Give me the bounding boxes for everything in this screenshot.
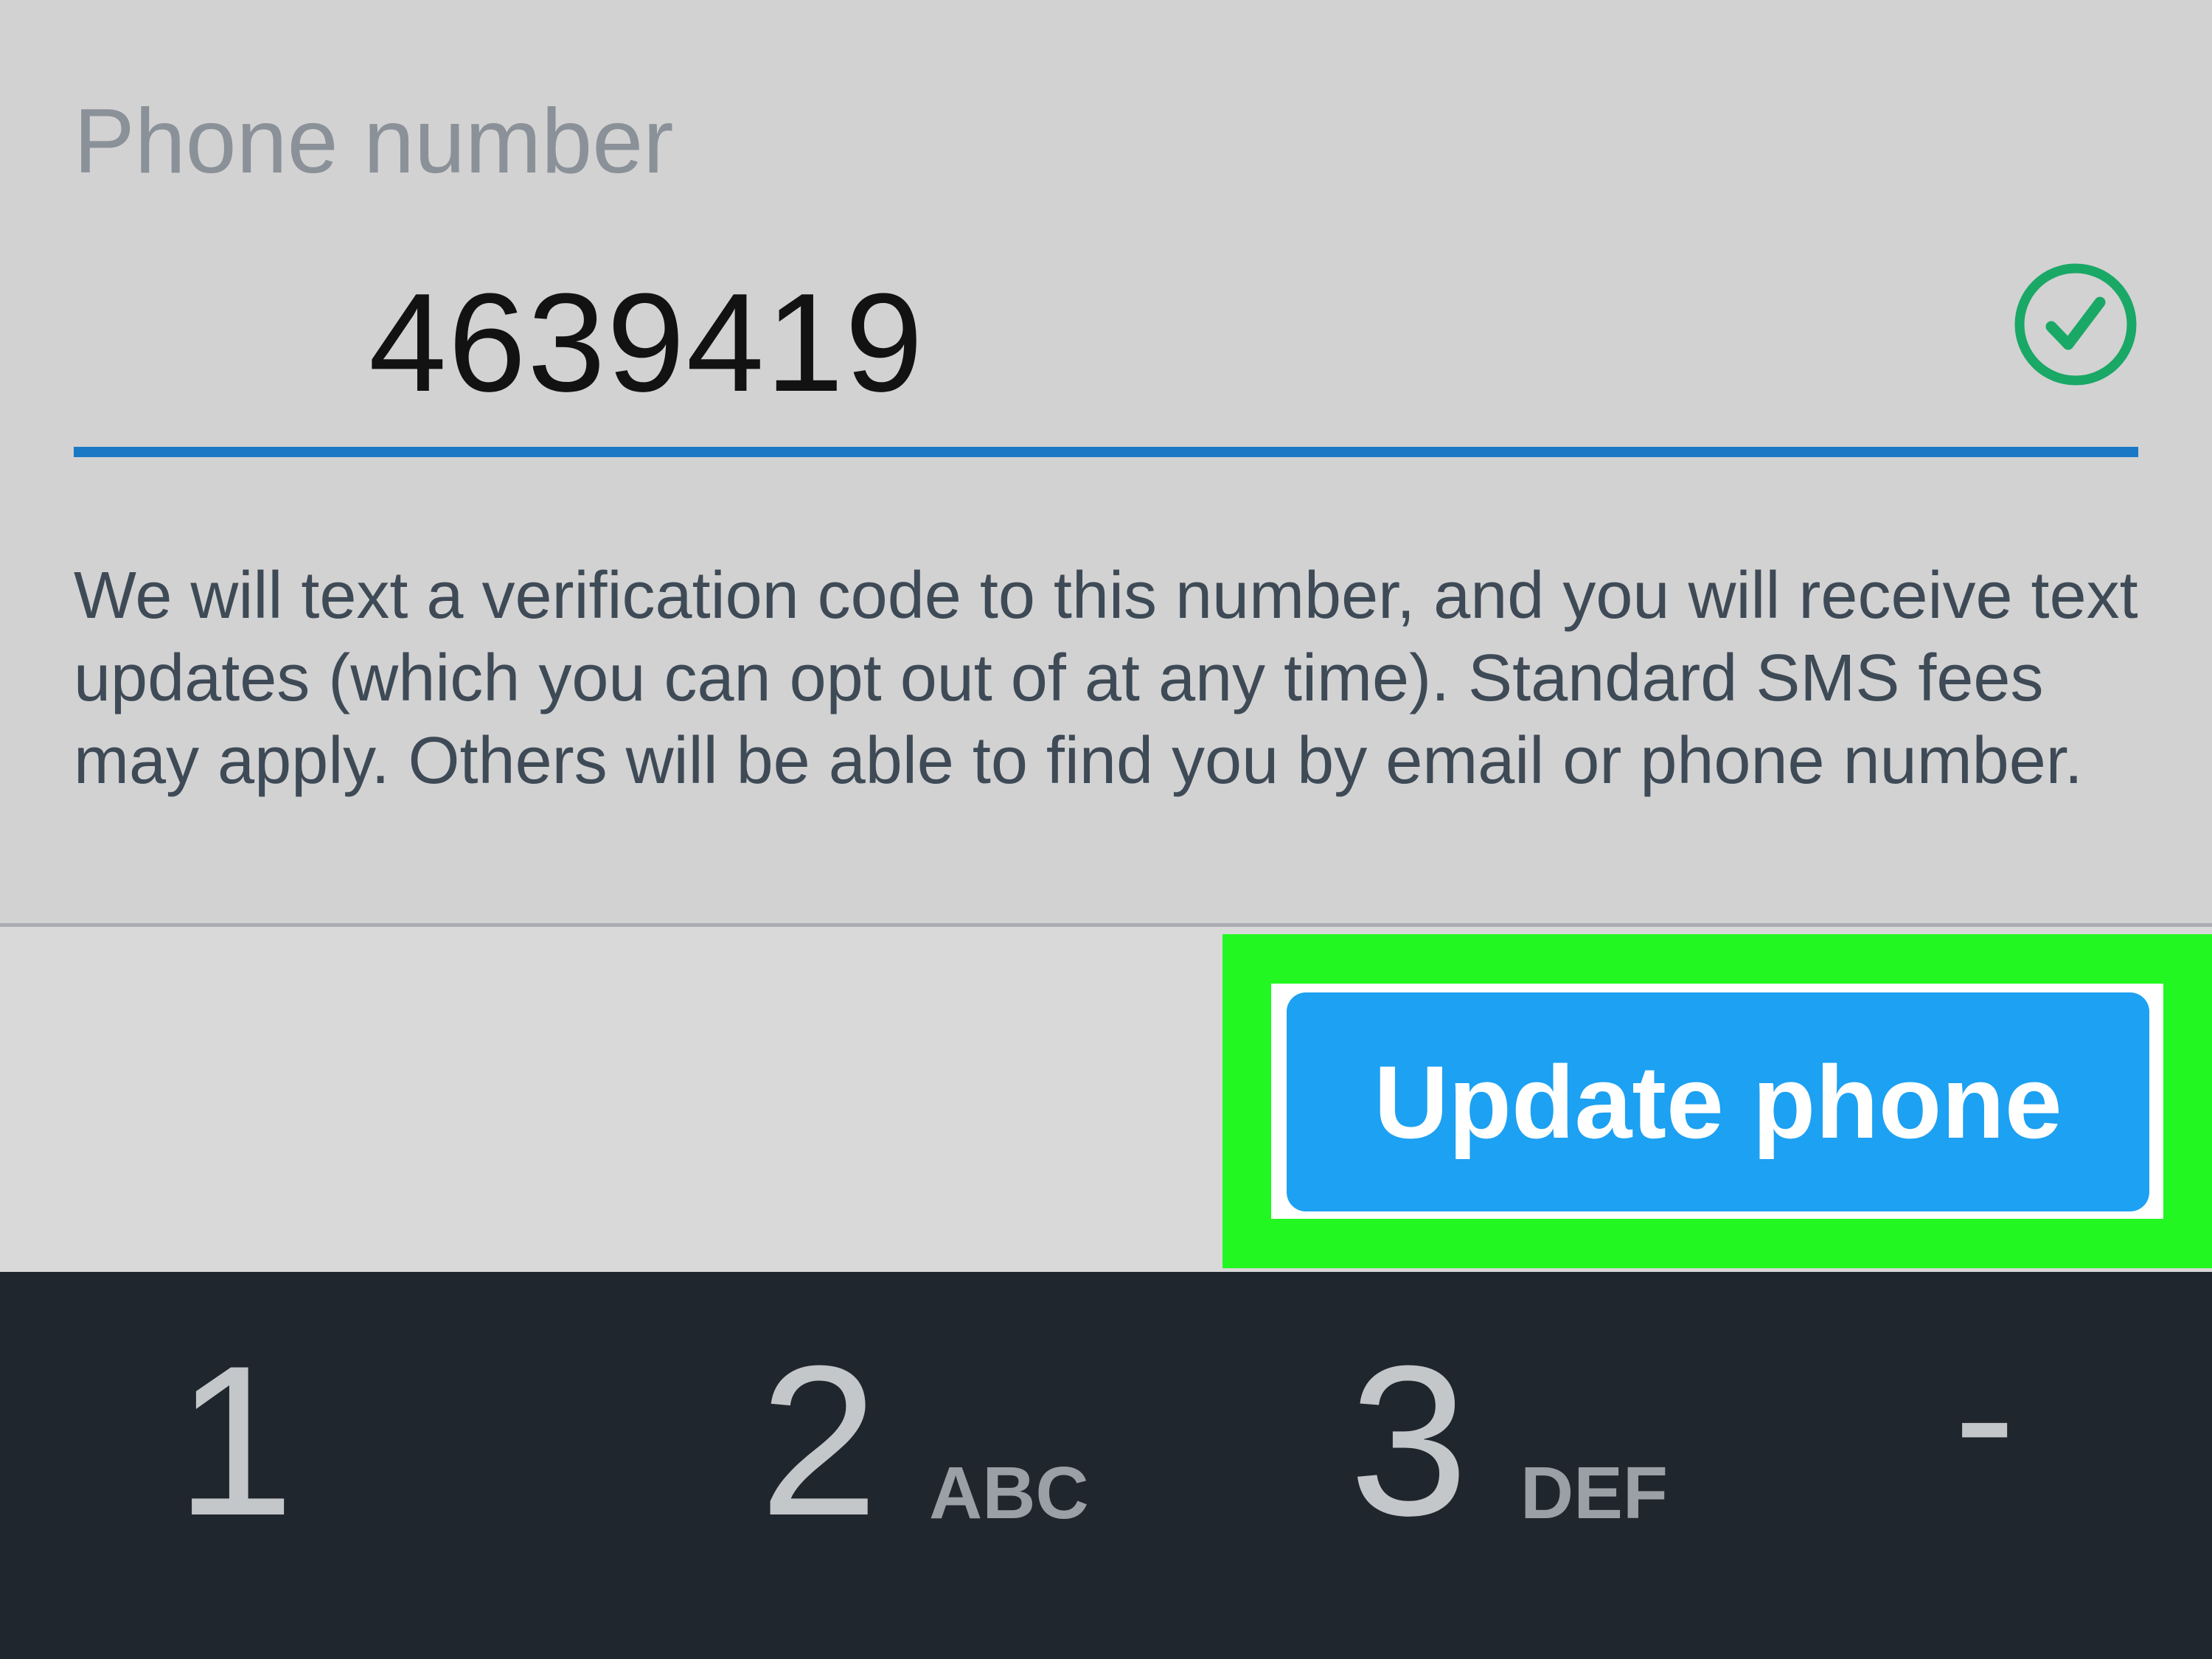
key-digit: 2 (759, 1321, 879, 1560)
key-letters: ABC (929, 1452, 1089, 1534)
numeric-keypad: 1 2 ABC 3 DEF - (0, 1272, 2212, 1659)
check-circle-icon (2014, 263, 2137, 386)
phone-input-value: 4639419 (369, 265, 925, 421)
update-phone-button[interactable]: Update phone (1287, 992, 2149, 1211)
key-dash[interactable]: - (1843, 1272, 2212, 1659)
key-digit: 3 (1349, 1321, 1469, 1560)
key-digit: 1 (175, 1321, 295, 1560)
key-1[interactable]: 1 (0, 1272, 413, 1659)
phone-input[interactable]: 4639419 (74, 243, 2138, 457)
key-3[interactable]: 3 DEF (1253, 1272, 1770, 1659)
key-2[interactable]: 2 ABC (664, 1272, 1180, 1659)
sms-disclaimer: We will text a verification code to this… (74, 559, 2138, 798)
key-digit: - (1954, 1312, 2016, 1518)
phone-label: Phone number (74, 91, 674, 192)
key-letters: DEF (1520, 1452, 1668, 1534)
phone-form: Phone number 4639419 We will text a veri… (0, 0, 2212, 925)
